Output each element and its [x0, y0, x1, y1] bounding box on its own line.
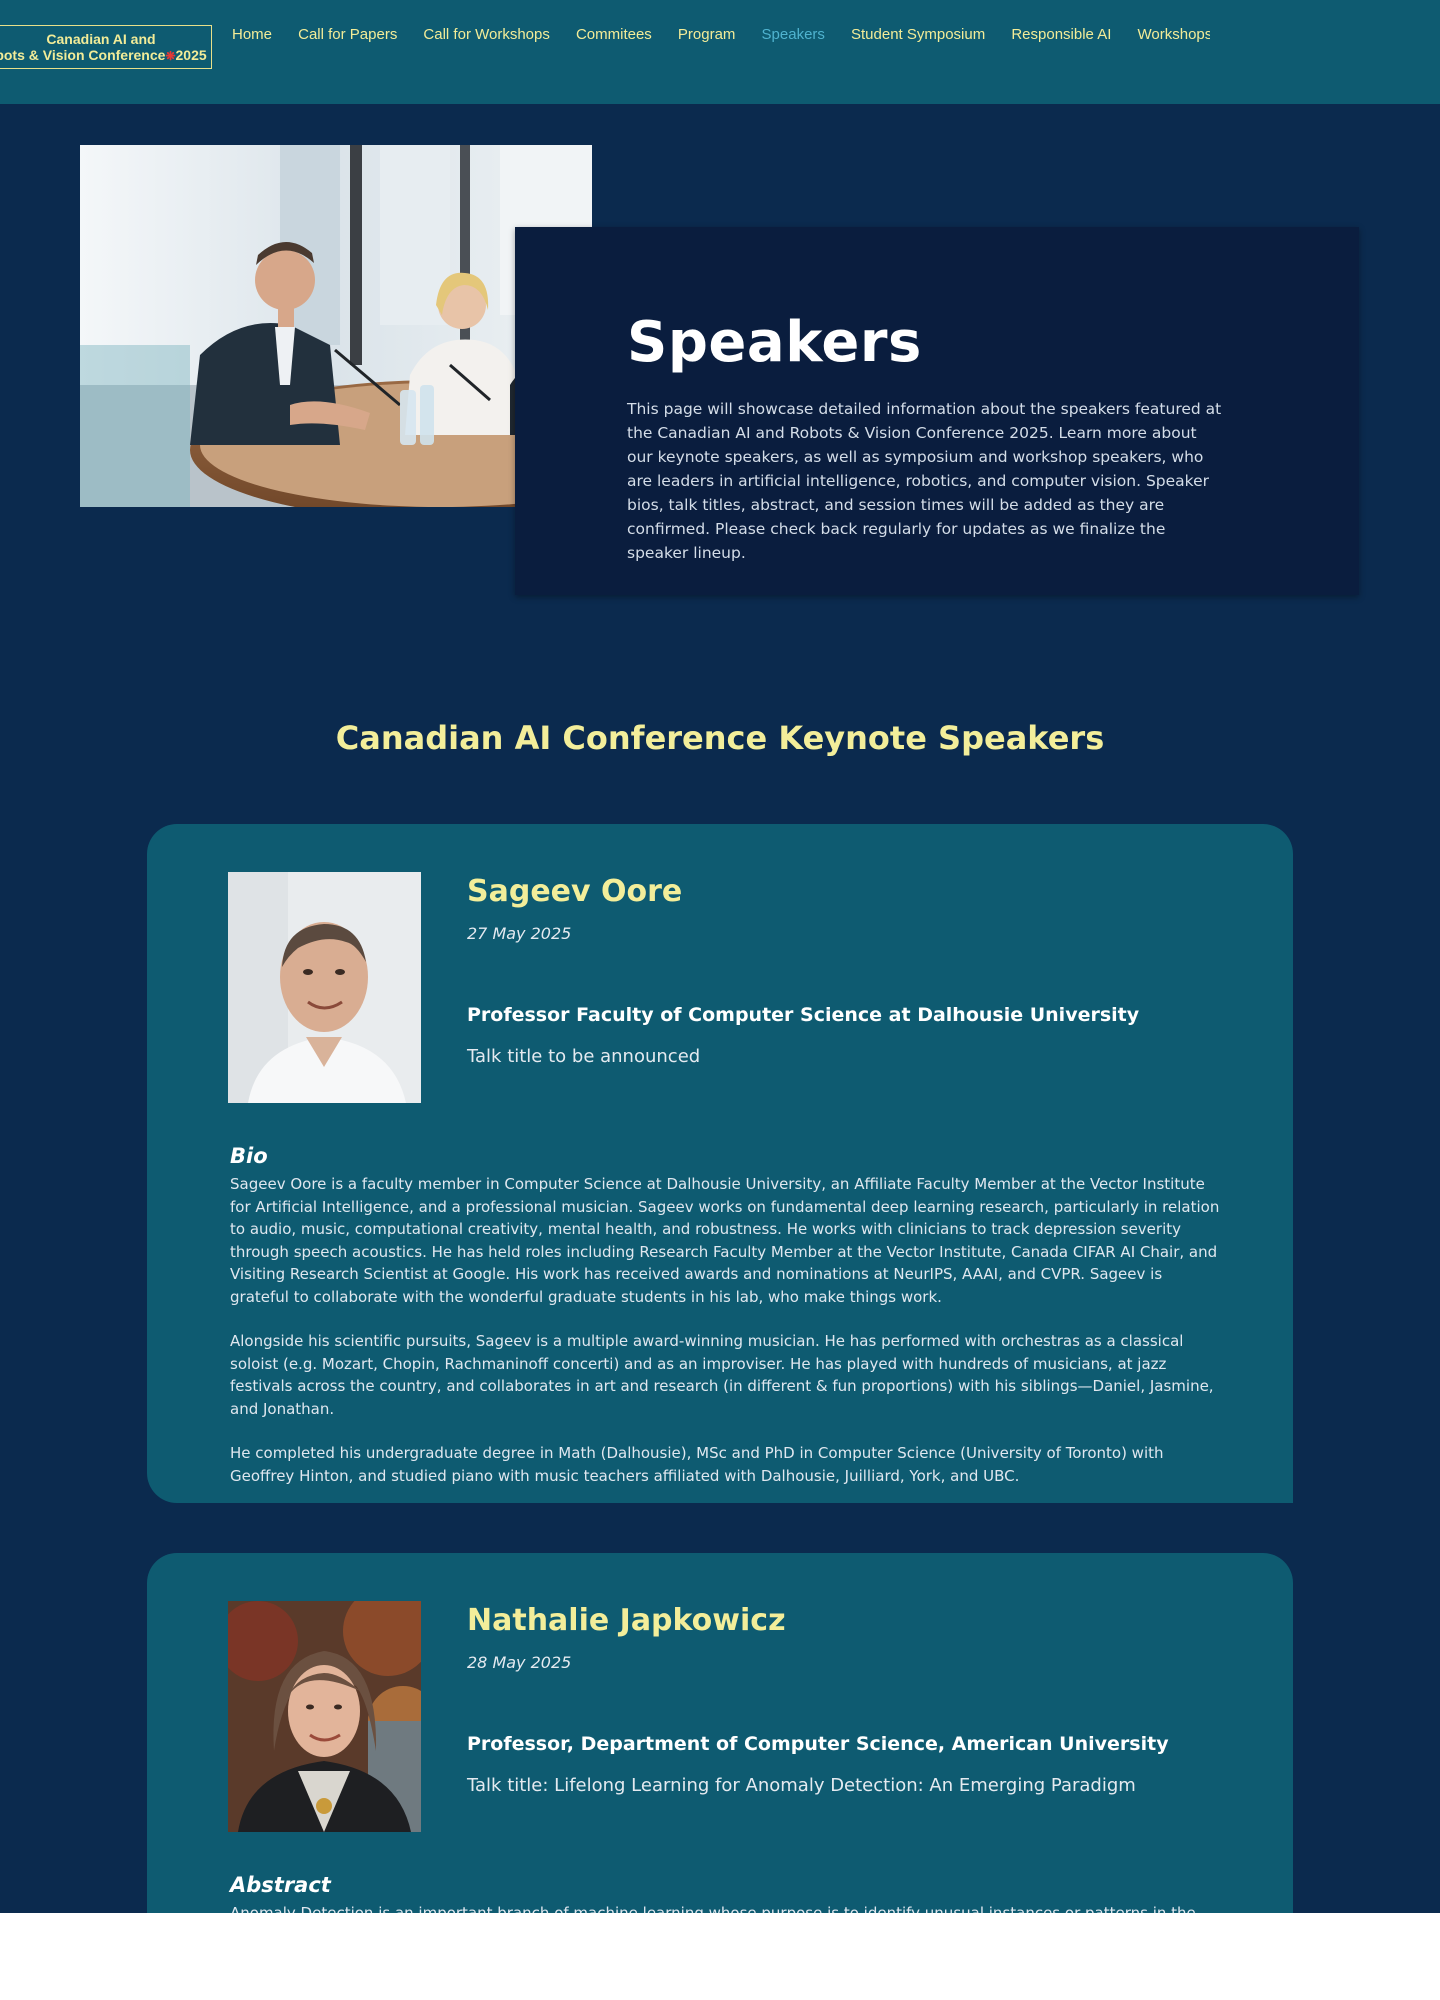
page: Canadian AI and bots & Vision Conference… [0, 0, 1440, 1913]
portrait-illustration [228, 872, 421, 1103]
bio-heading: Bio [230, 1144, 268, 1168]
bio-paragraph: Alongside his scientific pursuits, Sagee… [230, 1332, 1214, 1418]
maple-leaf-icon: ❋ [165, 48, 176, 63]
abstract-text: Anomaly Detection is an important branch… [230, 1902, 1220, 1913]
keynote-section-title: Canadian AI Conference Keynote Speakers [335, 719, 1105, 757]
speaker-photo [228, 1601, 421, 1832]
nav-call-for-workshops[interactable]: Call for Workshops [423, 26, 549, 43]
logo-line-2-text: bots & Vision Conference [0, 46, 166, 63]
speaker-card-nathalie-japkowicz: Nathalie Japkowicz 28 May 2025 Professor… [147, 1553, 1293, 1913]
speaker-role: Professor, Department of Computer Scienc… [467, 1733, 1169, 1755]
nav-speakers[interactable]: Speakers [762, 26, 825, 43]
conference-logo[interactable]: Canadian AI and bots & Vision Conference… [0, 25, 212, 69]
hero-description: This page will showcase detailed informa… [627, 400, 1222, 562]
speaker-date: 27 May 2025 [467, 924, 572, 943]
speaker-talk-title: Talk title: Lifelong Learning for Anomal… [467, 1775, 1136, 1796]
nav-student-symposium[interactable]: Student Symposium [851, 26, 985, 43]
abstract-paragraph: Anomaly Detection is an important branch… [230, 1904, 1196, 1913]
logo-year: 2025 [175, 46, 207, 63]
nav-program[interactable]: Program [678, 26, 736, 43]
nav-responsible-ai[interactable]: Responsible AI [1011, 26, 1111, 43]
nav-home[interactable]: Home [232, 26, 272, 43]
portrait-illustration [228, 1601, 421, 1832]
speaker-card-sageev-oore: Sageev Oore 27 May 2025 Professor Facult… [147, 824, 1293, 1503]
main-nav: Home Call for Papers Call for Workshops … [232, 24, 1210, 46]
nav-commitees[interactable]: Commitees [576, 26, 652, 43]
bio-paragraph: Sageev Oore is a faculty member in Compu… [230, 1175, 1220, 1306]
logo-line-1: Canadian AI and [46, 30, 156, 47]
bio-paragraph: He completed his undergraduate degree in… [230, 1444, 1164, 1485]
speaker-talk-title: Talk title to be announced [467, 1046, 701, 1067]
speaker-name: Nathalie Japkowicz [467, 1603, 786, 1638]
site-header: Canadian AI and bots & Vision Conference… [0, 0, 1440, 104]
page-title: Speakers [627, 310, 922, 375]
speaker-date: 28 May 2025 [467, 1653, 572, 1672]
nav-workshops[interactable]: Workshops [1138, 26, 1211, 43]
hero-card: Speakers This page will showcase detaile… [515, 227, 1359, 595]
abstract-heading: Abstract [230, 1873, 331, 1897]
speaker-role: Professor Faculty of Computer Science at… [467, 1004, 1140, 1026]
logo-line-2: bots & Vision Conference❋2025 [0, 47, 207, 64]
bio-text: Sageev Oore is a faculty member in Compu… [230, 1173, 1220, 1509]
speaker-name: Sageev Oore [467, 874, 683, 909]
speaker-photo [228, 872, 421, 1103]
nav-call-for-papers[interactable]: Call for Papers [298, 26, 397, 43]
